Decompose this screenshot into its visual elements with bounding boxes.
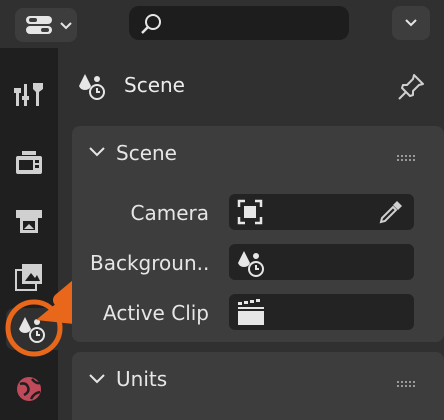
scene-panel-title: Scene [116, 141, 177, 165]
header-menu-button[interactable] [392, 6, 430, 40]
properties-editor-icon [26, 16, 52, 34]
scene-icon [79, 74, 105, 100]
tab-tool[interactable] [6, 74, 52, 116]
background-field[interactable] [229, 244, 414, 280]
drag-handle-icon[interactable] [397, 374, 417, 393]
eyedropper-icon[interactable] [377, 198, 405, 226]
tool-icon [14, 83, 43, 106]
chevron-down-icon [405, 19, 417, 27]
editor-type-button[interactable] [15, 8, 77, 42]
chevron-down-icon [89, 147, 105, 157]
background-label: Backgroun... [90, 251, 209, 275]
render-icon [16, 151, 42, 174]
camera-field[interactable] [229, 194, 414, 230]
chevron-down-icon [60, 22, 72, 30]
scene-panel-toggle[interactable] [88, 144, 106, 163]
pin-button[interactable] [396, 72, 426, 106]
drag-handle-icon[interactable] [397, 148, 417, 167]
context-title: Scene [124, 73, 185, 97]
tab-render[interactable] [6, 142, 52, 184]
search-input[interactable] [129, 6, 349, 40]
world-icon [17, 377, 41, 401]
camera-label: Camera [130, 201, 210, 225]
pin-icon [398, 74, 424, 100]
scene-icon [238, 251, 264, 277]
clip-icon [238, 299, 264, 325]
context-scene-icon-wrap [76, 70, 108, 106]
active-clip-field[interactable] [229, 294, 414, 330]
active-clip-label: Active Clip [103, 301, 209, 325]
units-panel-title: Units [116, 367, 168, 391]
search-icon [141, 14, 161, 34]
chevron-down-icon [89, 374, 105, 384]
units-panel-toggle[interactable] [88, 371, 106, 390]
camera-object-icon [237, 199, 263, 225]
tab-world[interactable] [6, 368, 52, 410]
